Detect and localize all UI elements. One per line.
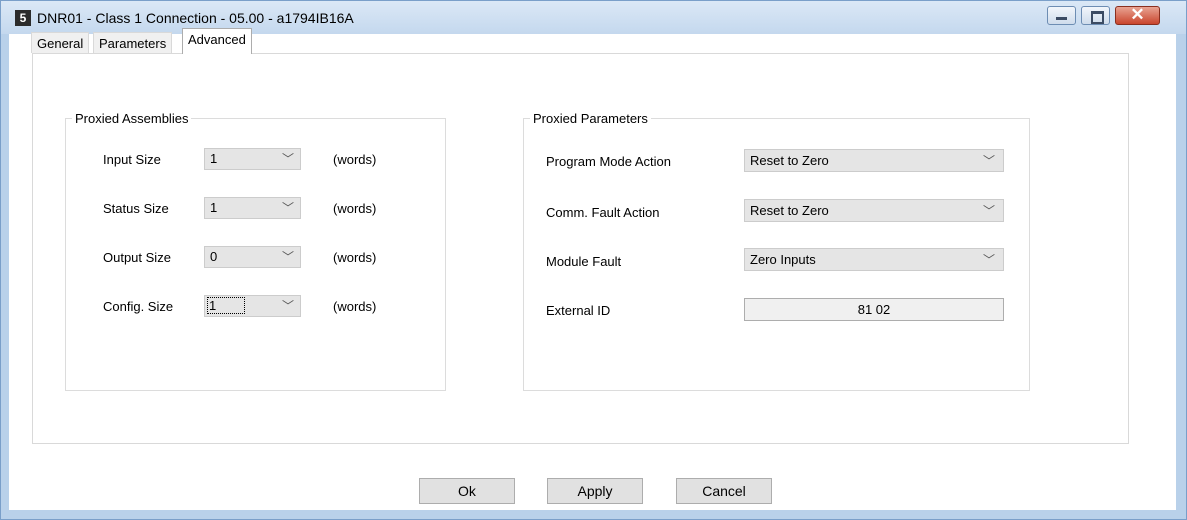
chevron-down-icon: ﹀ [982,204,995,218]
chevron-down-icon: ﹀ [281,201,294,215]
program-mode-action-combo[interactable]: Reset to Zero ﹀ [744,149,1004,172]
input-size-value: 1 [210,151,218,166]
maximize-icon [1091,11,1104,24]
external-id-field: 81 02 [744,298,1004,321]
comm-fault-action-label: Comm. Fault Action [546,205,660,220]
chevron-down-icon: ﹀ [281,250,294,264]
module-fault-combo[interactable]: Zero Inputs ﹀ [744,248,1004,271]
app-icon: 5 [15,10,31,26]
apply-button[interactable]: Apply [547,478,643,504]
minimize-icon [1056,17,1067,20]
config-size-label: Config. Size [103,299,174,314]
output-size-value: 0 [210,249,218,264]
chevron-down-icon: ﹀ [281,152,294,166]
status-size-unit: (words) [333,201,377,216]
config-size-value: 1 [206,297,246,314]
output-size-combo[interactable]: 0 ﹀ [204,246,301,268]
output-size-label: Output Size [103,250,171,265]
input-size-combo[interactable]: 1 ﹀ [204,148,301,170]
status-size-label: Status Size [103,201,169,216]
chevron-down-icon: ﹀ [281,299,294,313]
output-size-unit: (words) [333,250,377,265]
input-size-label: Input Size [103,152,161,167]
status-size-combo[interactable]: 1 ﹀ [204,197,301,219]
ok-button[interactable]: Ok [419,478,515,504]
close-button[interactable]: ✕ [1115,5,1160,25]
chevron-down-icon: ﹀ [982,154,995,168]
program-mode-action-value: Reset to Zero [750,153,829,168]
tab-advanced[interactable]: Advanced [182,28,252,54]
proxied-parameters-title: Proxied Parameters [530,111,651,126]
window-title: DNR01 - Class 1 Connection - 05.00 - a17… [37,10,354,26]
module-fault-value: Zero Inputs [750,252,816,267]
comm-fault-action-value: Reset to Zero [750,203,829,218]
minimize-button[interactable] [1047,6,1076,25]
cancel-button[interactable]: Cancel [676,478,772,504]
tab-parameters[interactable]: Parameters [93,32,173,53]
maximize-button[interactable] [1081,6,1110,25]
tab-general[interactable]: General [31,32,90,53]
program-mode-action-label: Program Mode Action [546,154,672,169]
module-fault-label: Module Fault [546,254,622,269]
external-id-label: External ID [546,303,611,318]
comm-fault-action-combo[interactable]: Reset to Zero ﹀ [744,199,1004,222]
config-size-unit: (words) [333,299,377,314]
chevron-down-icon: ﹀ [982,253,995,267]
proxied-assemblies-title: Proxied Assemblies [72,111,192,126]
close-icon: ✕ [1130,5,1145,24]
dialog-window: 5 DNR01 - Class 1 Connection - 05.00 - a… [0,0,1187,520]
config-size-combo[interactable]: 1 ﹀ [204,295,301,317]
title-bar[interactable]: 5 DNR01 - Class 1 Connection - 05.00 - a… [1,1,1186,34]
input-size-unit: (words) [333,152,377,167]
status-size-value: 1 [210,200,218,215]
